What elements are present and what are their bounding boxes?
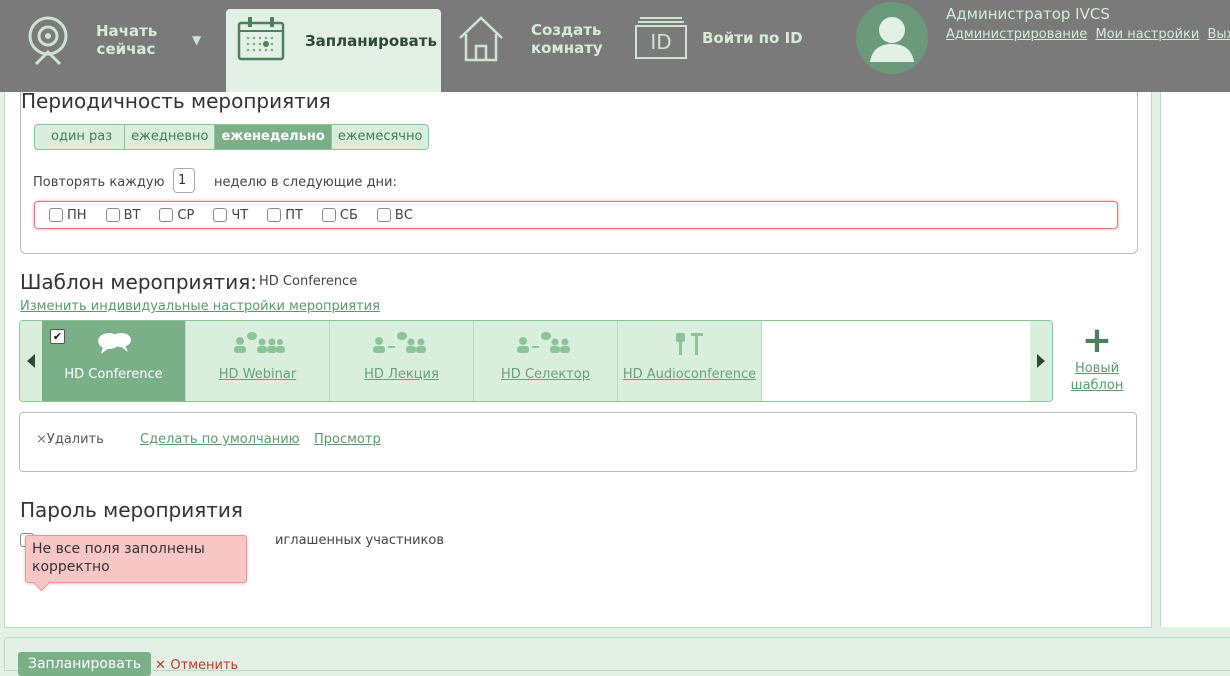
cancel-button[interactable]: ✕ Отменить [155, 658, 238, 673]
close-icon: × [36, 432, 47, 447]
day-mon[interactable]: ПН [49, 208, 87, 223]
day-checkbox[interactable] [159, 208, 174, 222]
login-by-id-label: Войти по ID [702, 29, 803, 47]
my-settings-link[interactable]: Мои настройки [1095, 27, 1199, 42]
start-now-button[interactable]: Начать сейчас ▼ [22, 12, 201, 68]
chat-bubbles-icon [42, 331, 185, 355]
template-hd-webinar[interactable]: HD Webinar [186, 321, 330, 401]
webinar-group-icon [186, 331, 329, 355]
day-wed[interactable]: СР [159, 208, 194, 223]
day-sat[interactable]: СБ [321, 207, 358, 223]
day-label: СБ [339, 207, 358, 223]
day-label: СР [177, 207, 195, 223]
day-sun[interactable]: ВС [376, 207, 413, 223]
day-checkbox[interactable] [321, 208, 336, 222]
carousel-next-button[interactable] [1030, 321, 1052, 401]
periodicity-selector: один раз ежедневно еженедельно ежемесячн… [34, 124, 430, 150]
make-default-link[interactable]: Сделать по умолчанию [140, 432, 300, 447]
option-daily[interactable]: ежедневно [125, 125, 216, 149]
day-tue[interactable]: ВТ [105, 207, 141, 223]
selector-group-icon [474, 331, 617, 355]
id-box-label: ID [650, 30, 672, 54]
calendar-icon [236, 15, 286, 67]
user-silhouette-icon [870, 17, 914, 62]
avatar[interactable] [856, 2, 928, 74]
login-by-id-button[interactable]: ID Войти по ID [634, 16, 803, 60]
carousel-prev-button[interactable] [20, 321, 42, 401]
arrow-right-icon [1037, 354, 1045, 368]
option-weekly[interactable]: еженедельно [215, 125, 332, 149]
new-template-label: Новый шаблон [1070, 361, 1124, 393]
day-checkbox[interactable] [105, 208, 120, 222]
create-room-button[interactable]: Создать комнату [456, 14, 603, 64]
template-hd-conference[interactable]: ✔ HD Conference [42, 321, 186, 401]
bottom-action-bar: Запланировать ✕ Отменить [4, 637, 1230, 676]
template-label: HD Conference [64, 367, 163, 382]
option-monthly[interactable]: ежемесячно [332, 125, 429, 149]
schedule-button[interactable]: Запланировать [18, 652, 152, 676]
plus-icon: + [1081, 320, 1113, 361]
new-template-button[interactable]: + Новый шаблон [1065, 320, 1129, 394]
day-label: ВС [394, 207, 413, 223]
template-label: HD Лекция [364, 367, 439, 382]
template-actions-panel: ×Удалить Сделать по умолчанию Просмотр [19, 412, 1137, 472]
template-hd-audioconference[interactable]: HD Audioconference [618, 321, 762, 401]
validation-error-tooltip: Не все поля заполнены корректно [25, 535, 247, 583]
repeat-interval-input[interactable]: 1 [173, 168, 195, 193]
weekdays-selector: ПН ВТ СР ЧТ ПТ СБ ВС [34, 201, 1118, 229]
template-label: HD Селектор [501, 367, 590, 382]
main-content: Периодичность мероприятия один раз ежедн… [4, 92, 1152, 628]
cancel-label: Отменить [170, 658, 239, 673]
day-label: ПН [67, 207, 87, 223]
template-carousel: ✔ HD Conference HD Webinar HD Лекция HD … [19, 320, 1053, 402]
template-hd-lecture[interactable]: HD Лекция [330, 321, 474, 401]
start-now-label: Начать сейчас [96, 22, 158, 58]
password-checkbox-label: иглашенных участников [275, 533, 445, 548]
tab-schedule[interactable]: Запланировать [226, 9, 441, 92]
admin-link[interactable]: Администрирование [946, 27, 1087, 42]
day-thu[interactable]: ЧТ [213, 208, 248, 223]
logout-link[interactable]: Выход [1207, 27, 1230, 42]
change-settings-link[interactable]: Изменить индивидуальные настройки меропр… [20, 299, 380, 314]
day-label: ВТ [123, 207, 141, 223]
create-room-label: Создать комнату [531, 21, 603, 57]
day-fri[interactable]: ПТ [267, 208, 303, 223]
day-label: ПТ [285, 207, 303, 223]
day-checkbox[interactable] [213, 208, 228, 222]
delete-button[interactable]: ×Удалить [36, 432, 104, 447]
home-icon [456, 14, 506, 64]
option-once[interactable]: один раз [35, 125, 126, 149]
preview-link[interactable]: Просмотр [314, 432, 381, 447]
current-template-name: HD Conference [259, 274, 358, 289]
id-card-icon: ID [634, 16, 688, 60]
repeat-suffix: неделю в следующие дни: [214, 175, 397, 190]
arrow-left-icon [27, 354, 35, 368]
tab-schedule-label: Запланировать [305, 32, 437, 50]
dropdown-arrow-icon[interactable]: ▼ [192, 31, 201, 49]
repeat-label: Повторять каждую [33, 175, 165, 190]
day-label: ЧТ [231, 207, 249, 223]
day-checkbox[interactable] [376, 208, 391, 222]
webcam-icon [22, 12, 74, 68]
top-navigation-bar: Начать сейчас ▼ Запланировать Создать ко… [0, 0, 1230, 92]
template-title: Шаблон мероприятия: [20, 270, 257, 294]
close-icon: ✕ [155, 658, 171, 673]
periodicity-panel: Периодичность мероприятия один раз ежедн… [20, 92, 1138, 254]
user-links: Администрирование Мои настройки Выход [946, 27, 1230, 42]
day-checkbox[interactable] [49, 208, 63, 222]
password-title: Пароль мероприятия [20, 498, 243, 522]
right-side-panel [1160, 92, 1230, 627]
lecture-group-icon [330, 331, 473, 355]
template-hd-selector[interactable]: HD Селектор [474, 321, 618, 401]
periodicity-title: Периодичность мероприятия [21, 92, 331, 113]
template-label: HD Audioconference [622, 367, 757, 382]
template-label: HD Webinar [218, 367, 297, 382]
delete-label: Удалить [46, 432, 104, 447]
day-checkbox[interactable] [267, 208, 282, 222]
user-name: Администратор IVCS [946, 5, 1110, 23]
audio-icon [618, 331, 761, 357]
